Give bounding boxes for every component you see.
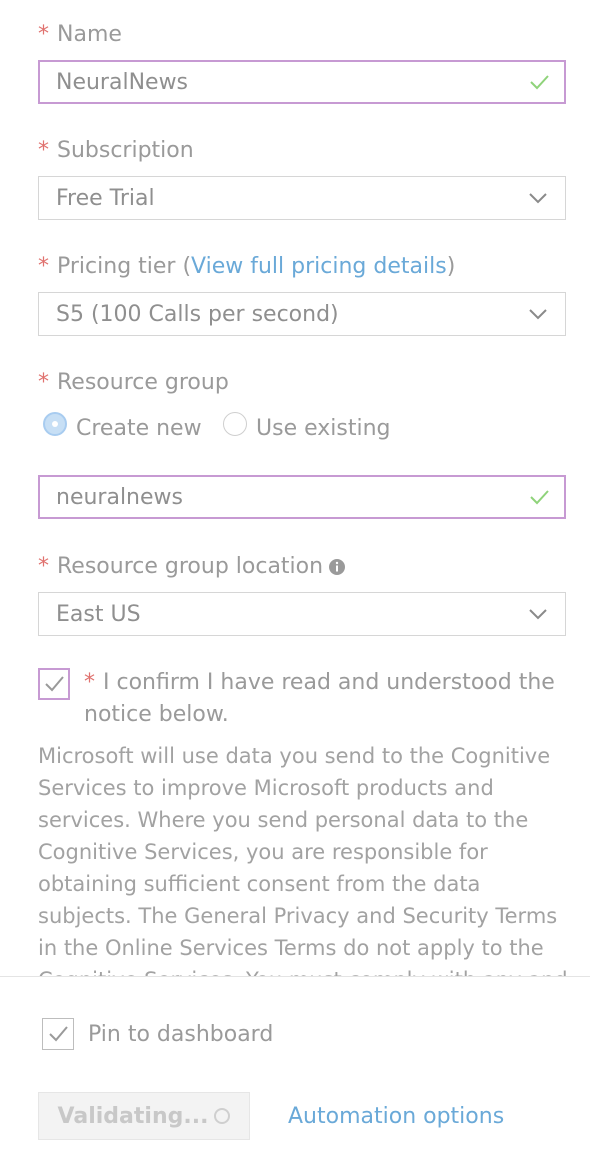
footer-divider <box>0 976 590 977</box>
notice-text: Microsoft will use data you send to the … <box>38 744 568 976</box>
validating-button[interactable]: Validating... <box>38 1092 250 1140</box>
checkmark-icon <box>49 1026 68 1042</box>
notice-scroll-area[interactable]: Microsoft will use data you send to the … <box>0 0 590 976</box>
automation-options-link[interactable]: Automation options <box>288 1104 504 1129</box>
spinner-icon <box>214 1108 231 1124</box>
pin-dashboard-label: Pin to dashboard <box>88 1022 274 1047</box>
pin-dashboard-checkbox[interactable] <box>42 1018 74 1050</box>
